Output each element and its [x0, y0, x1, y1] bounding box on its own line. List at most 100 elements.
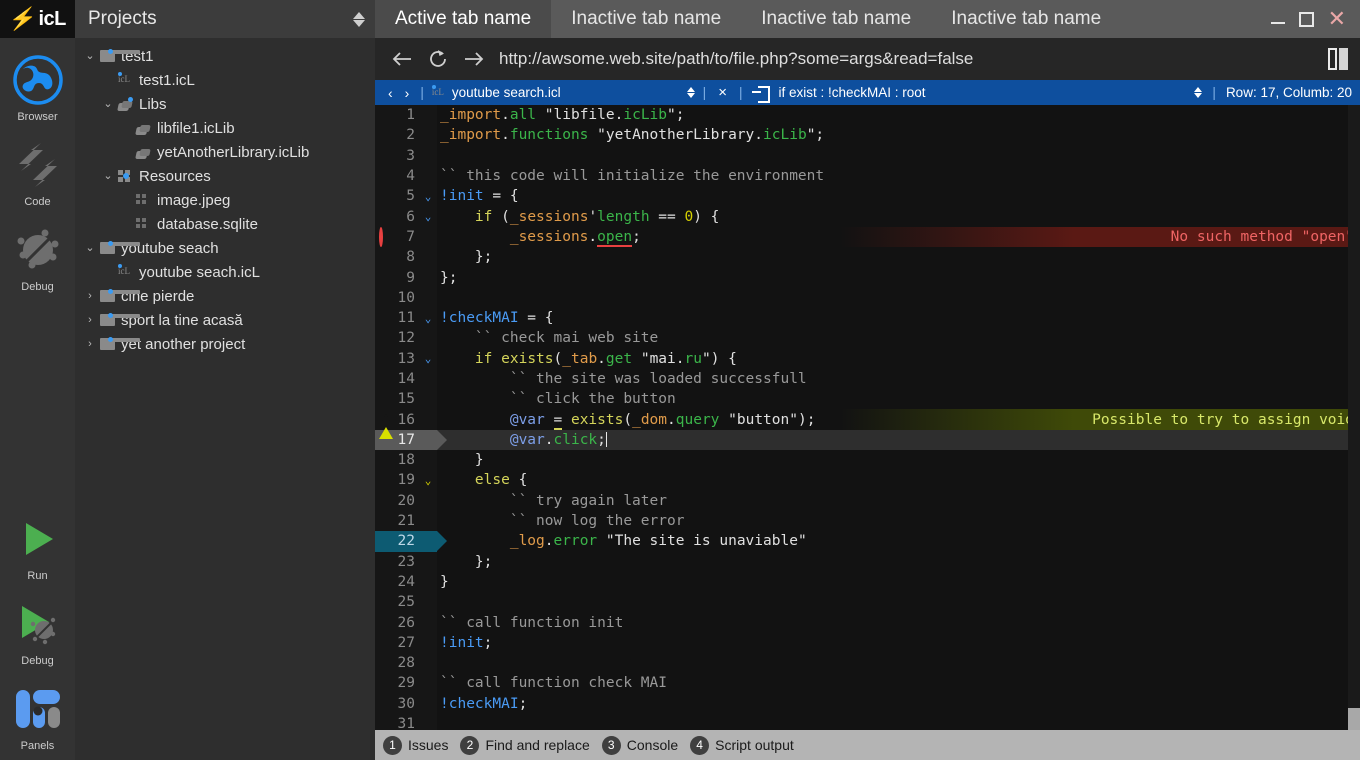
chevron-right-icon[interactable]: › [83, 338, 97, 350]
chevron-right-icon[interactable]: › [83, 314, 97, 326]
status-bar-item[interactable]: 4 Script output [690, 735, 800, 755]
activity-item-code[interactable]: Code [0, 137, 75, 208]
split-panes-icon[interactable] [1328, 48, 1348, 70]
code-line[interactable]: 8 }; [375, 247, 1360, 267]
tree-item[interactable]: › yet another project [75, 332, 375, 356]
code-line[interactable]: 18 } [375, 450, 1360, 470]
code-line[interactable]: 24} [375, 572, 1360, 592]
activity-item-debug[interactable]: Debug [0, 222, 75, 293]
status-bar-item[interactable]: 2 Find and replace [460, 735, 595, 755]
fold-toggle-icon[interactable]: ⌄ [419, 352, 437, 365]
tree-item[interactable]: database.sqlite [75, 212, 375, 236]
code-editor[interactable]: 1 _import.all "libfile.icLib"; 2 _import.fu… [375, 105, 1360, 730]
code-line[interactable]: 31 [375, 714, 1360, 730]
tab-active[interactable]: Active tab name [375, 0, 552, 38]
code-line[interactable]: 16 @var = exists(_dom.query "button"); Po… [375, 409, 1360, 440]
editor-scroll-thumb[interactable] [1348, 708, 1360, 730]
error-marker-icon[interactable] [379, 226, 383, 247]
fold-toggle-icon[interactable]: ⌄ [419, 474, 437, 487]
tree-item[interactable]: libfile1.icLib [75, 116, 375, 140]
code-line[interactable]: 6 ⌄ if (_sessions'length == 0) { [375, 206, 1360, 226]
code-line[interactable]: 3 [375, 146, 1360, 166]
code-line[interactable]: 5 ⌄ !init = { [375, 186, 1360, 206]
chevron-down-icon[interactable]: ⌄ [83, 50, 97, 62]
status-bar-item[interactable]: 3 Console [601, 735, 684, 755]
editor-vertical-scrollbar[interactable] [1348, 105, 1360, 730]
code-line[interactable]: 27 !init; [375, 633, 1360, 653]
code-line[interactable]: 11 ⌄ !checkMAI = { [375, 308, 1360, 328]
tree-item[interactable]: ⌄ Libs [75, 92, 375, 116]
code-line[interactable]: 15 `` click the button [375, 389, 1360, 409]
tree-item[interactable]: ⌄ youtube seach [75, 236, 375, 260]
breadcrumb-scope-spinner-icon[interactable] [1194, 87, 1203, 98]
code-text: !checkMAI; [440, 695, 528, 712]
tree-item[interactable]: icL test1.icL [75, 68, 375, 92]
projects-spinner-icon[interactable] [353, 11, 365, 27]
fold-toggle-icon[interactable]: ⌄ [419, 190, 437, 203]
code-line[interactable]: 29 `` call function check MAI [375, 673, 1360, 693]
tree-item[interactable]: › sport la tine acasă [75, 308, 375, 332]
code-text: if (_sessions'length == 0) { [474, 208, 720, 225]
tree-item[interactable]: yetAnotherLibrary.icLib [75, 140, 375, 164]
breadcrumb-file[interactable]: icL youtube search.icl [431, 84, 561, 100]
tree-item-icon [97, 313, 140, 326]
reload-icon[interactable] [427, 48, 449, 70]
code-line[interactable]: 1 _import.all "libfile.icLib"; [375, 105, 1360, 125]
code-line[interactable]: 2 _import.functions "yetAnotherLibrary.ic… [375, 125, 1360, 145]
line-number: 24 [397, 573, 415, 590]
url-input[interactable]: http://awsome.web.site/path/to/file.php?… [499, 49, 1314, 69]
code-line[interactable]: 23 }; [375, 552, 1360, 572]
tab-label: Inactive tab name [951, 8, 1102, 29]
close-icon[interactable]: ✕ [1328, 8, 1346, 30]
code-line[interactable]: 12 `` check mai web site [375, 328, 1360, 348]
tree-item[interactable]: icL youtube seach.icL [75, 260, 375, 284]
activity-item-debug-run[interactable]: Debug [0, 596, 75, 667]
breadcrumb-prev-icon[interactable]: ‹ [385, 85, 396, 101]
breadcrumb-divider-4: | [1212, 85, 1216, 100]
activity-item-browser[interactable]: Browser [0, 52, 75, 123]
chevron-down-icon[interactable]: ⌄ [101, 98, 115, 110]
tree-item[interactable]: ⌄ Resources [75, 164, 375, 188]
chevron-right-icon[interactable]: › [83, 290, 97, 302]
tab-inactive[interactable]: Inactive tab name [551, 0, 741, 38]
maximize-icon[interactable] [1298, 11, 1314, 27]
status-bar-item-number: 1 [383, 735, 402, 755]
forward-arrow-icon[interactable] [463, 50, 485, 68]
breadcrumb-close-icon[interactable]: × [714, 84, 731, 101]
code-line[interactable]: 7 _sessions.open; No such method "open" [375, 226, 1360, 248]
code-line[interactable]: 28 [375, 653, 1360, 673]
tree-item-icon [133, 122, 153, 135]
tree-item[interactable]: ⌄ test1 [75, 44, 375, 68]
code-line[interactable]: 17 @var.click; [375, 429, 1360, 451]
code-line[interactable]: 13 ⌄ if exists(_tab.get "mai.ru") { [375, 349, 1360, 369]
code-line[interactable]: 26 `` call function init [375, 612, 1360, 632]
code-line[interactable]: 22 _log.error "The site is unaviable" [375, 531, 1360, 552]
code-line[interactable]: 30 !checkMAI; [375, 694, 1360, 714]
tab-inactive[interactable]: Inactive tab name [741, 0, 931, 38]
warning-marker-icon[interactable] [379, 411, 393, 440]
activity-item-run[interactable]: Run [0, 511, 75, 582]
breadcrumb-next-icon[interactable]: › [402, 85, 413, 101]
code-line[interactable]: 9}; [375, 267, 1360, 287]
code-line[interactable]: 21 `` now log the error [375, 511, 1360, 531]
fold-toggle-icon[interactable]: ⌄ [419, 312, 437, 325]
line-number: 14 [397, 371, 415, 387]
activity-item-panels[interactable]: Panels [0, 681, 75, 752]
chevron-down-icon[interactable]: ⌄ [101, 170, 115, 182]
fold-toggle-icon[interactable]: ⌄ [419, 210, 437, 223]
breadcrumb-file-spinner-icon[interactable] [686, 87, 695, 98]
chevron-down-icon[interactable]: ⌄ [83, 242, 97, 254]
lightning-bolt-icon: ⚡ [7, 6, 39, 31]
code-line[interactable]: 14 `` the site was loaded successfull [375, 369, 1360, 389]
tab-inactive[interactable]: Inactive tab name [931, 0, 1121, 38]
code-line[interactable]: 25 [375, 592, 1360, 612]
code-line[interactable]: 20 `` try again later [375, 491, 1360, 511]
minimize-icon[interactable] [1270, 13, 1285, 25]
status-bar-item[interactable]: 1 Issues [383, 735, 454, 755]
back-arrow-icon[interactable] [391, 50, 413, 68]
code-line[interactable]: 4 `` this code will initialize the enviro… [375, 166, 1360, 186]
tree-item[interactable]: › cine pierde [75, 284, 375, 308]
tree-item[interactable]: image.jpeg [75, 188, 375, 212]
code-line[interactable]: 19 ⌄ else { [375, 470, 1360, 490]
code-line[interactable]: 10 [375, 288, 1360, 308]
